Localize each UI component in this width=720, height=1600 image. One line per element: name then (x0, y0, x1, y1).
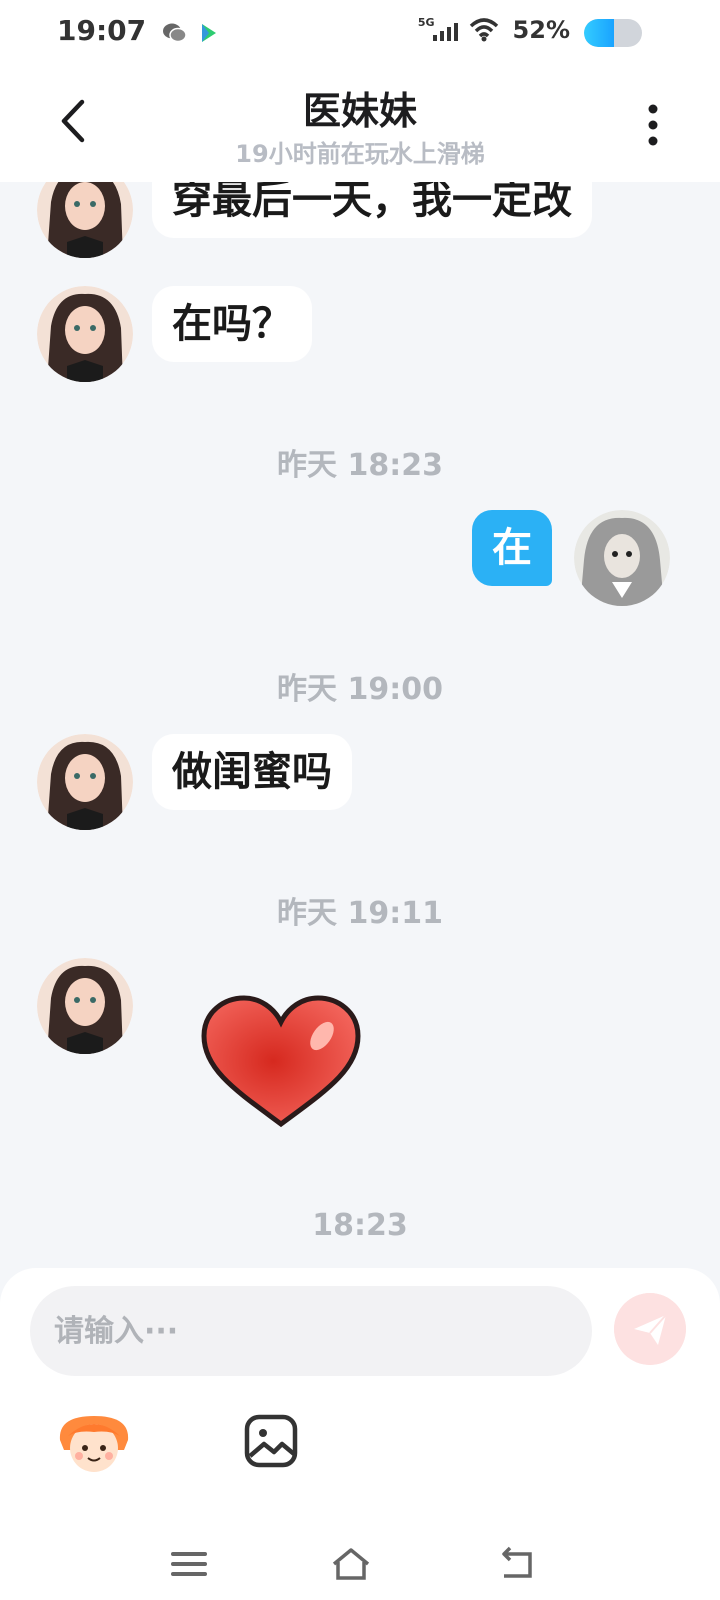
chat-subtitle: 19小时前在玩水上滑梯 (235, 140, 485, 168)
battery-percent: 52% (512, 16, 570, 44)
chat-header: 医妹妹 19小时前在玩水上滑梯 (0, 66, 720, 182)
chat-title: 医妹妹 (302, 89, 417, 133)
message-bubble-incoming[interactable]: 做闺蜜吗 (152, 734, 352, 810)
status-bar: 19:07 5G 52% (0, 0, 720, 66)
message-list[interactable]: 穿最后一天，我一定改 在吗？ 昨天 18:23 在 昨天 19:00 做闺蜜吗 … (0, 182, 720, 1268)
battery-icon (584, 19, 642, 47)
cellular-signal-icon (432, 23, 458, 41)
wechat-icon (163, 23, 187, 43)
more-options-icon[interactable] (638, 102, 668, 148)
heart-sticker[interactable] (198, 992, 364, 1132)
battery-level-fill (584, 19, 615, 47)
home-icon[interactable] (330, 1544, 372, 1584)
system-navigation-bar (0, 1530, 720, 1600)
back-icon[interactable] (496, 1544, 538, 1584)
contact-avatar[interactable] (37, 734, 133, 830)
contact-avatar[interactable] (37, 286, 133, 382)
app-store-icon (202, 24, 216, 42)
send-button[interactable] (614, 1293, 686, 1365)
image-picker-icon[interactable] (244, 1414, 298, 1468)
network-type-label: 5G (417, 15, 435, 29)
sticker-emoji-icon[interactable] (54, 1410, 134, 1478)
my-avatar[interactable] (574, 510, 670, 606)
contact-avatar[interactable] (37, 958, 133, 1054)
timestamp-divider: 昨天 18:23 (277, 448, 443, 483)
timestamp-divider: 昨天 19:11 (277, 896, 443, 931)
message-input[interactable] (30, 1286, 592, 1376)
timestamp-divider: 昨天 19:00 (277, 672, 443, 707)
message-bubble-incoming[interactable]: 在吗？ (152, 286, 312, 362)
status-time: 19:07 (57, 14, 147, 47)
message-bubble-outgoing[interactable]: 在 (472, 510, 552, 586)
menu-icon[interactable] (168, 1544, 210, 1584)
message-bubble-incoming[interactable]: 穿最后一天，我一定改 (152, 182, 592, 238)
wifi-icon (469, 18, 498, 42)
contact-avatar[interactable] (37, 182, 133, 258)
timestamp-divider: 18:23 (312, 1208, 408, 1243)
status-indicators: 5G 52% (417, 15, 570, 45)
